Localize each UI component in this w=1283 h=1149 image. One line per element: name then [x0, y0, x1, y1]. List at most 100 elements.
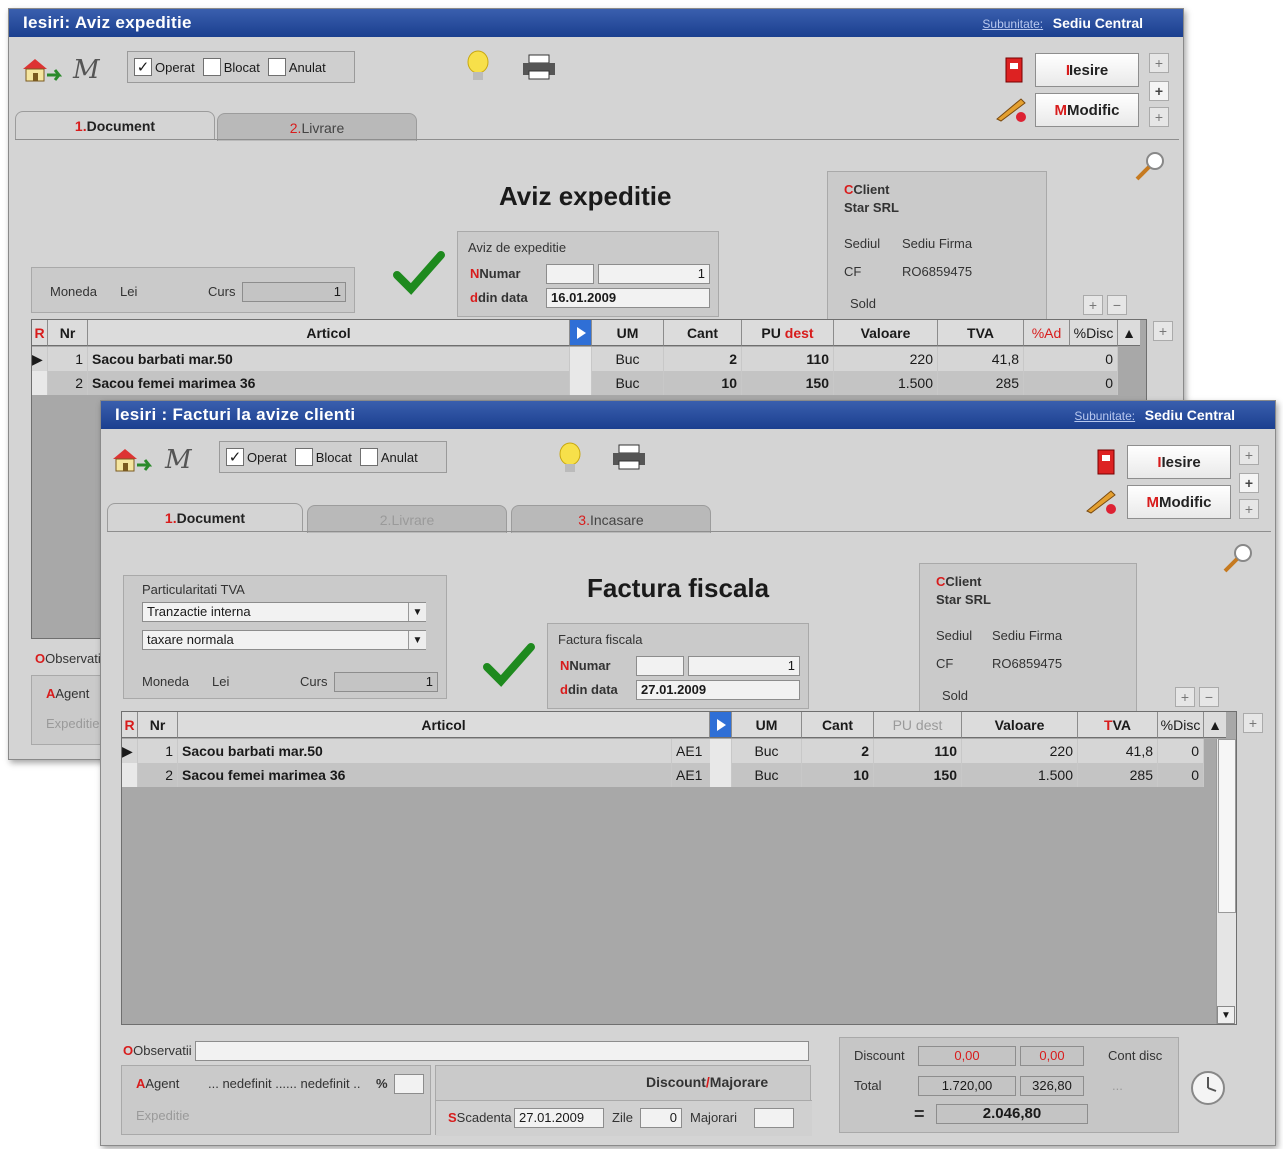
agent-label[interactable]: AAgent: [46, 686, 89, 701]
grid-add-button[interactable]: +: [1243, 713, 1263, 733]
grid-add-button[interactable]: +: [1153, 321, 1173, 341]
tva-type-select[interactable]: Tranzactie interna: [142, 602, 426, 622]
col-um[interactable]: UM: [732, 712, 802, 738]
col-disc[interactable]: %Disc: [1070, 320, 1118, 346]
add-small-button-2[interactable]: +: [1239, 499, 1259, 519]
column-chooser-icon[interactable]: [570, 320, 592, 346]
client-label[interactable]: CClient: [936, 574, 982, 589]
col-ad[interactable]: %Ad: [1024, 320, 1070, 346]
col-nr[interactable]: Nr: [48, 320, 88, 346]
chevron-down-icon[interactable]: ▼: [408, 631, 426, 649]
majorari-field[interactable]: [754, 1108, 794, 1128]
add-line-button[interactable]: +: [1175, 687, 1195, 707]
m-icon[interactable]: M: [73, 55, 100, 85]
subunit-link[interactable]: Subunitate:: [982, 17, 1043, 31]
add-line-button[interactable]: +: [1083, 295, 1103, 315]
operat-checkbox[interactable]: ✓ Operat: [226, 448, 287, 466]
tab-document[interactable]: 1. Document: [15, 111, 215, 139]
printer-icon[interactable]: [611, 443, 647, 474]
lightbulb-icon[interactable]: [465, 49, 491, 86]
remove-line-button[interactable]: −: [1199, 687, 1219, 707]
numar-field[interactable]: 1: [688, 656, 800, 676]
col-um[interactable]: UM: [592, 320, 664, 346]
cf-label: CF: [844, 264, 862, 279]
observatii-field[interactable]: [195, 1041, 809, 1061]
blocat-checkbox[interactable]: Blocat: [202, 58, 260, 76]
add-small-button-2[interactable]: +: [1149, 107, 1169, 127]
din-data-field[interactable]: 16.01.2009: [546, 288, 710, 308]
serie-field[interactable]: [636, 656, 684, 676]
scroll-down-icon[interactable]: ▼: [1217, 1006, 1235, 1024]
home-icon[interactable]: [19, 53, 63, 85]
home-icon[interactable]: [109, 443, 153, 475]
lightbulb-icon[interactable]: [557, 441, 583, 478]
modific-button[interactable]: M Modific: [1127, 485, 1231, 519]
clock-icon[interactable]: [1189, 1069, 1227, 1110]
chevron-down-icon[interactable]: ▼: [408, 603, 426, 621]
moneda-value: Lei: [212, 674, 230, 689]
table-row[interactable]: 2 Sacou femei marimea 36 Buc 10 150 1.50…: [32, 371, 1118, 395]
iesire-button[interactable]: I Iesire: [1035, 53, 1139, 87]
col-articol[interactable]: Articol: [88, 320, 570, 346]
grid-scrollbar[interactable]: ▼: [1216, 739, 1236, 1024]
col-tva[interactable]: TVA: [938, 320, 1024, 346]
scroll-up-icon[interactable]: ▲: [1118, 320, 1140, 346]
tab-incasare[interactable]: 3. Incasare: [511, 505, 711, 533]
curs-field[interactable]: 1: [334, 672, 438, 692]
modific-button[interactable]: M Modific: [1035, 93, 1139, 127]
blocat-checkbox[interactable]: Blocat: [294, 448, 352, 466]
column-chooser-icon[interactable]: [710, 712, 732, 738]
agent-label[interactable]: AAgent: [136, 1076, 179, 1091]
col-pu-dest[interactable]: PU dest: [874, 712, 962, 738]
taxare-select[interactable]: taxare normala: [142, 630, 426, 650]
table-row[interactable]: ▶ 1 Sacou barbati mar.50 Buc 2 110 220 4…: [32, 347, 1118, 371]
col-cant[interactable]: Cant: [802, 712, 874, 738]
col-nr[interactable]: Nr: [138, 712, 178, 738]
search-icon[interactable]: [1221, 541, 1255, 578]
add-record-button[interactable]: +: [1149, 81, 1169, 101]
add-small-button[interactable]: +: [1149, 53, 1169, 73]
scroll-thumb[interactable]: [1218, 739, 1236, 913]
iesire-button[interactable]: I Iesire: [1127, 445, 1231, 479]
col-articol[interactable]: Articol: [178, 712, 710, 738]
client-name: Star SRL: [844, 200, 899, 215]
add-record-button[interactable]: +: [1239, 473, 1259, 493]
row-pointer-icon: ▶: [32, 347, 48, 371]
col-pu-dest[interactable]: PU dest: [742, 320, 834, 346]
anulat-checkbox[interactable]: Anulat: [267, 58, 326, 76]
col-tva[interactable]: TVA: [1078, 712, 1158, 738]
col-valoare[interactable]: Valoare: [962, 712, 1078, 738]
col-r[interactable]: R: [32, 320, 48, 346]
tab-document[interactable]: 1. Document: [107, 503, 303, 531]
scroll-up-icon[interactable]: ▲: [1204, 712, 1226, 738]
col-cant[interactable]: Cant: [664, 320, 742, 346]
printer-icon[interactable]: [521, 53, 557, 84]
col-valoare[interactable]: Valoare: [834, 320, 938, 346]
discount-value-2[interactable]: 0,00: [1020, 1046, 1084, 1066]
tab-livrare[interactable]: 2. Livrare: [217, 113, 417, 141]
din-data-field[interactable]: 27.01.2009: [636, 680, 800, 700]
agent-percent-field[interactable]: [394, 1074, 424, 1094]
operat-checkbox[interactable]: ✓ Operat: [134, 58, 195, 76]
table-row[interactable]: ▶ 1 Sacou barbati mar.50 AE1 Buc 2 110 2…: [122, 739, 1204, 763]
numar-field[interactable]: 1: [598, 264, 710, 284]
scadenta-field[interactable]: 27.01.2009: [514, 1108, 604, 1128]
client-label[interactable]: CClient: [844, 182, 890, 197]
add-small-button[interactable]: +: [1239, 445, 1259, 465]
anulat-checkbox[interactable]: Anulat: [359, 448, 418, 466]
m-icon[interactable]: M: [165, 445, 192, 475]
discount-value-1[interactable]: 0,00: [918, 1046, 1016, 1066]
numar-label: NNumar: [560, 658, 611, 673]
col-disc[interactable]: %Disc: [1158, 712, 1204, 738]
table-row[interactable]: 2 Sacou femei marimea 36 AE1 Buc 10 150 …: [122, 763, 1204, 787]
doc-type-label: Factura fiscala: [558, 632, 643, 647]
subunit-link[interactable]: Subunitate:: [1074, 409, 1135, 423]
items-grid: R Nr Articol UM Cant PU dest Valoare TVA…: [121, 711, 1237, 1025]
serie-field[interactable]: [546, 264, 594, 284]
search-icon[interactable]: [1133, 149, 1167, 186]
col-r[interactable]: R: [122, 712, 138, 738]
remove-line-button[interactable]: −: [1107, 295, 1127, 315]
zile-field[interactable]: 0: [640, 1108, 682, 1128]
client-panel: CClient Star SRL Sediul Sediu Firma CF R…: [919, 563, 1137, 713]
curs-field[interactable]: 1: [242, 282, 346, 302]
